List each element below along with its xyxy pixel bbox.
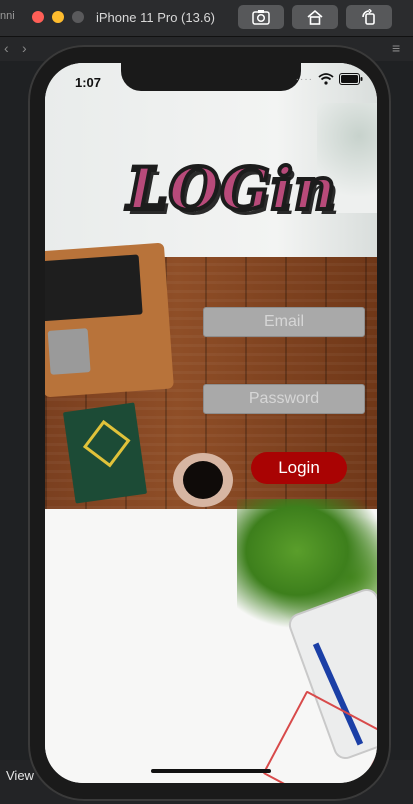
- minimize-window-button[interactable]: [52, 11, 64, 23]
- email-input[interactable]: Email: [203, 307, 365, 337]
- password-input[interactable]: Password: [203, 384, 365, 414]
- menu-lines-icon[interactable]: ≡: [392, 40, 400, 56]
- coffee-cup-image: [173, 453, 233, 507]
- view-menu-label[interactable]: View: [6, 768, 34, 783]
- desk-bottom-background: [45, 499, 377, 783]
- phone-notch: [121, 63, 301, 91]
- login-button[interactable]: Login: [251, 452, 347, 484]
- rotate-icon: [362, 9, 375, 25]
- status-right-group: ····: [296, 73, 363, 85]
- home-icon: [307, 9, 323, 25]
- laptop-trackpad: [47, 328, 91, 375]
- notebook-image: [62, 402, 148, 504]
- notebook-logo-icon: [82, 419, 131, 468]
- login-logo: LOGin: [125, 153, 338, 225]
- status-time: 1:07: [75, 75, 102, 90]
- simulator-device-title: iPhone 11 Pro (13.6): [96, 10, 215, 25]
- laptop-image: [45, 242, 174, 398]
- simulator-title-bar: nni iPhone 11 Pro (13.6): [0, 0, 413, 37]
- laptop-keyboard: [45, 254, 143, 322]
- battery-icon: [339, 73, 363, 85]
- screenshot-button[interactable]: [238, 5, 284, 29]
- chevron-right-icon[interactable]: ›: [22, 40, 27, 56]
- wifi-icon: [318, 73, 334, 85]
- close-window-button[interactable]: [32, 11, 44, 23]
- home-indicator[interactable]: [151, 769, 271, 773]
- screenshot-icon: [252, 10, 270, 25]
- chevron-left-icon[interactable]: ‹: [4, 40, 9, 56]
- phone-screen: 1:07 ···· LOGin Email Password Login: [45, 63, 377, 783]
- left-edge-text: nni: [0, 10, 15, 22]
- coffee-surface: [183, 461, 223, 499]
- header-banner: LOGin: [45, 63, 377, 257]
- home-button[interactable]: [292, 5, 338, 29]
- rotate-button[interactable]: [346, 5, 392, 29]
- zoom-window-button[interactable]: [72, 11, 84, 23]
- signal-dots-icon: ····: [295, 73, 313, 85]
